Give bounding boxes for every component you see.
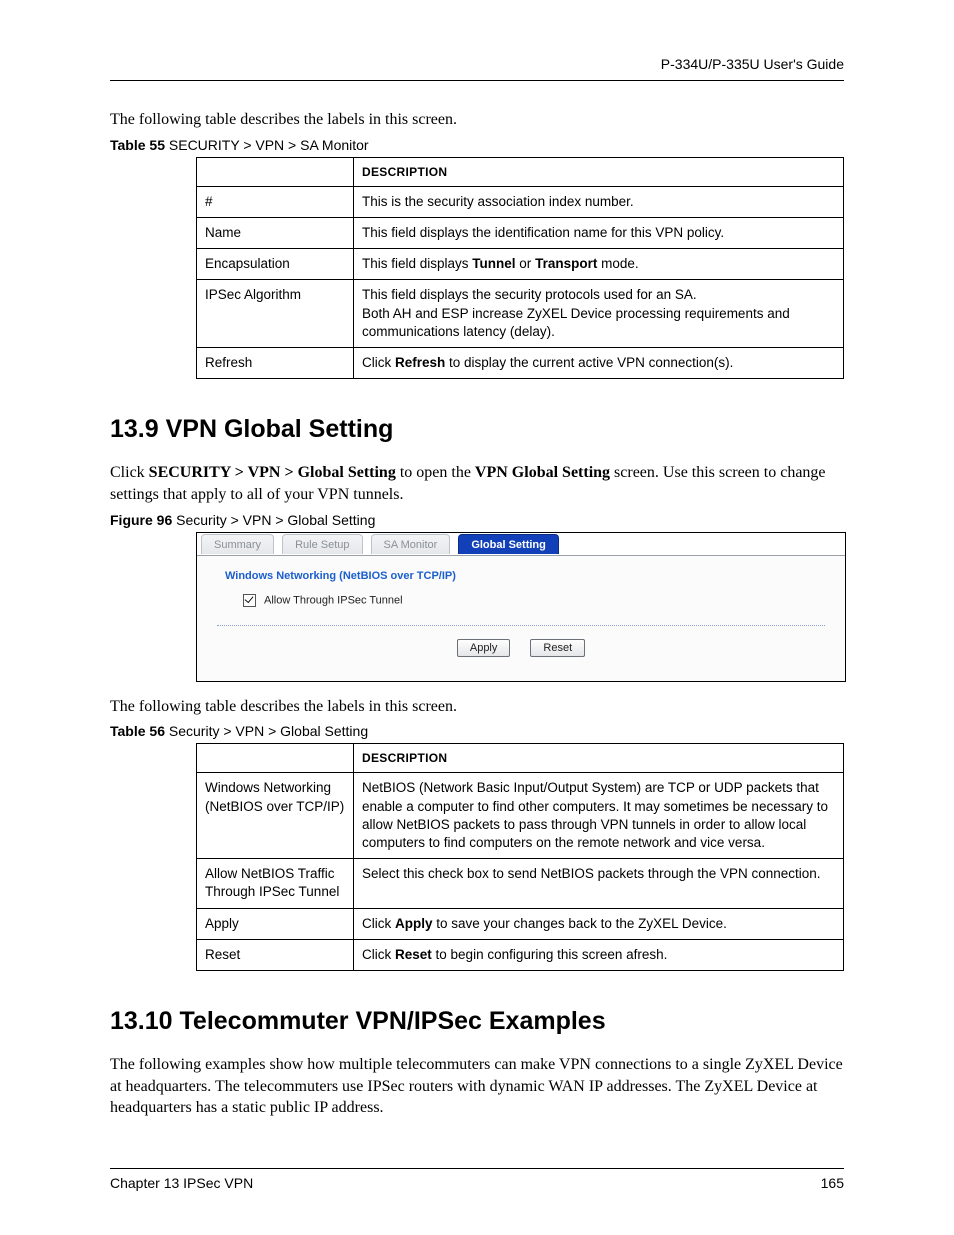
intro-text-56: The following table describes the labels… [110,696,844,718]
cell-desc: Click Apply to save your changes back to… [354,908,844,939]
table-row: Apply Click Apply to save your changes b… [197,908,844,939]
table-55-desc-hdr: DESCRIPTION [354,157,844,186]
table-55-caption-rest: SECURITY > VPN > SA Monitor [165,137,369,153]
footer: Chapter 13 IPSec VPN 165 [110,1168,844,1191]
cell-desc: Click Refresh to display the current act… [354,348,844,379]
section-13-9-paragraph: Click SECURITY > VPN > Global Setting to… [110,462,844,505]
t: Click [362,916,395,931]
table-row: Refresh Click Refresh to display the cur… [197,348,844,379]
tab-global-setting[interactable]: Global Setting [458,534,559,554]
bold: VPN Global Setting [475,464,610,481]
page: P-334U/P-335U User's Guide The following… [0,0,954,1235]
table-56-caption: Table 56 Security > VPN > Global Setting [110,723,844,739]
bold: Tunnel [472,256,515,271]
footer-page-number: 165 [821,1175,844,1191]
table-56-caption-bold: Table 56 [110,723,165,739]
table-row: DESCRIPTION [197,157,844,186]
table-56: DESCRIPTION Windows Networking (NetBIOS … [196,743,844,971]
t: to display the current active VPN connec… [445,355,733,370]
footer-chapter: Chapter 13 IPSec VPN [110,1175,253,1191]
bold: Reset [395,947,432,962]
cell-label: Reset [197,939,354,970]
cell-desc: This field displays Tunnel or Transport … [354,249,844,280]
t: to save your changes back to the ZyXEL D… [433,916,727,931]
intro-text-55: The following table describes the labels… [110,109,844,131]
table-55-caption-bold: Table 55 [110,137,165,153]
tab-summary[interactable]: Summary [201,534,274,554]
t: or [516,256,536,271]
cell-label: Name [197,218,354,249]
footer-rule [110,1168,844,1169]
cell-label: Refresh [197,348,354,379]
reset-button[interactable]: Reset [530,639,585,657]
cell-label: Encapsulation [197,249,354,280]
allow-ipsec-label: Allow Through IPSec Tunnel [264,594,403,606]
separator [217,625,825,626]
table-55: DESCRIPTION # This is the security assoc… [196,157,844,380]
cell-label: Windows Networking (NetBIOS over TCP/IP) [197,773,354,859]
table-row: Allow NetBIOS Traffic Through IPSec Tunn… [197,859,844,908]
table-row: DESCRIPTION [197,744,844,773]
figure-96-caption-rest: Security > VPN > Global Setting [172,512,375,528]
figure-96-caption-bold: Figure 96 [110,512,172,528]
cell-desc: NetBIOS (Network Basic Input/Output Syst… [354,773,844,859]
bold: Refresh [395,355,445,370]
t: Click [110,464,149,481]
table-55-blank-hdr [197,157,354,186]
table-row: # This is the security association index… [197,186,844,217]
t: Both AH and ESP increase ZyXEL Device pr… [362,306,790,339]
section-13-10-heading: 13.10 Telecommuter VPN/IPSec Examples [110,1007,844,1036]
table-row: Reset Click Reset to begin configuring t… [197,939,844,970]
tab-bar: Summary Rule Setup SA Monitor Global Set… [197,533,845,556]
cell-label: # [197,186,354,217]
t: This field displays [362,256,472,271]
cell-desc: Select this check box to send NetBIOS pa… [354,859,844,908]
cell-label: IPSec Algorithm [197,280,354,348]
header-guide-name: P-334U/P-335U User's Guide [110,56,844,72]
figure-96-screenshot: Summary Rule Setup SA Monitor Global Set… [196,532,846,682]
t: This field displays the security protoco… [362,287,697,302]
cell-desc: This is the security association index n… [354,186,844,217]
figure-96-caption: Figure 96 Security > VPN > Global Settin… [110,512,844,528]
netbios-section-title: Windows Networking (NetBIOS over TCP/IP) [197,556,845,592]
checkbox-row: Allow Through IPSec Tunnel [197,592,845,625]
bold: Transport [535,256,597,271]
cell-label: Apply [197,908,354,939]
table-56-desc-hdr: DESCRIPTION [354,744,844,773]
t: Click [362,947,395,962]
table-row: Encapsulation This field displays Tunnel… [197,249,844,280]
bold: SECURITY > VPN > Global Setting [149,464,396,481]
cell-desc: This field displays the identification n… [354,218,844,249]
table-56-blank-hdr [197,744,354,773]
cell-desc: Click Reset to begin configuring this sc… [354,939,844,970]
allow-ipsec-checkbox[interactable] [243,594,256,607]
table-row: Windows Networking (NetBIOS over TCP/IP)… [197,773,844,859]
t: to begin configuring this screen afresh. [432,947,668,962]
section-13-9-heading: 13.9 VPN Global Setting [110,415,844,444]
tab-sa-monitor[interactable]: SA Monitor [371,534,451,554]
table-row: IPSec Algorithm This field displays the … [197,280,844,348]
t: mode. [597,256,638,271]
section-13-10-paragraph: The following examples show how multiple… [110,1054,844,1119]
t: to open the [396,464,475,481]
button-row: Apply Reset [197,638,845,681]
cell-label: Allow NetBIOS Traffic Through IPSec Tunn… [197,859,354,908]
cell-desc: This field displays the security protoco… [354,280,844,348]
tab-rule-setup[interactable]: Rule Setup [282,534,362,554]
apply-button[interactable]: Apply [457,639,511,657]
header-rule [110,80,844,81]
table-55-caption: Table 55 SECURITY > VPN > SA Monitor [110,137,844,153]
bold: Apply [395,916,433,931]
table-56-caption-rest: Security > VPN > Global Setting [165,723,368,739]
table-row: Name This field displays the identificat… [197,218,844,249]
t: Click [362,355,395,370]
